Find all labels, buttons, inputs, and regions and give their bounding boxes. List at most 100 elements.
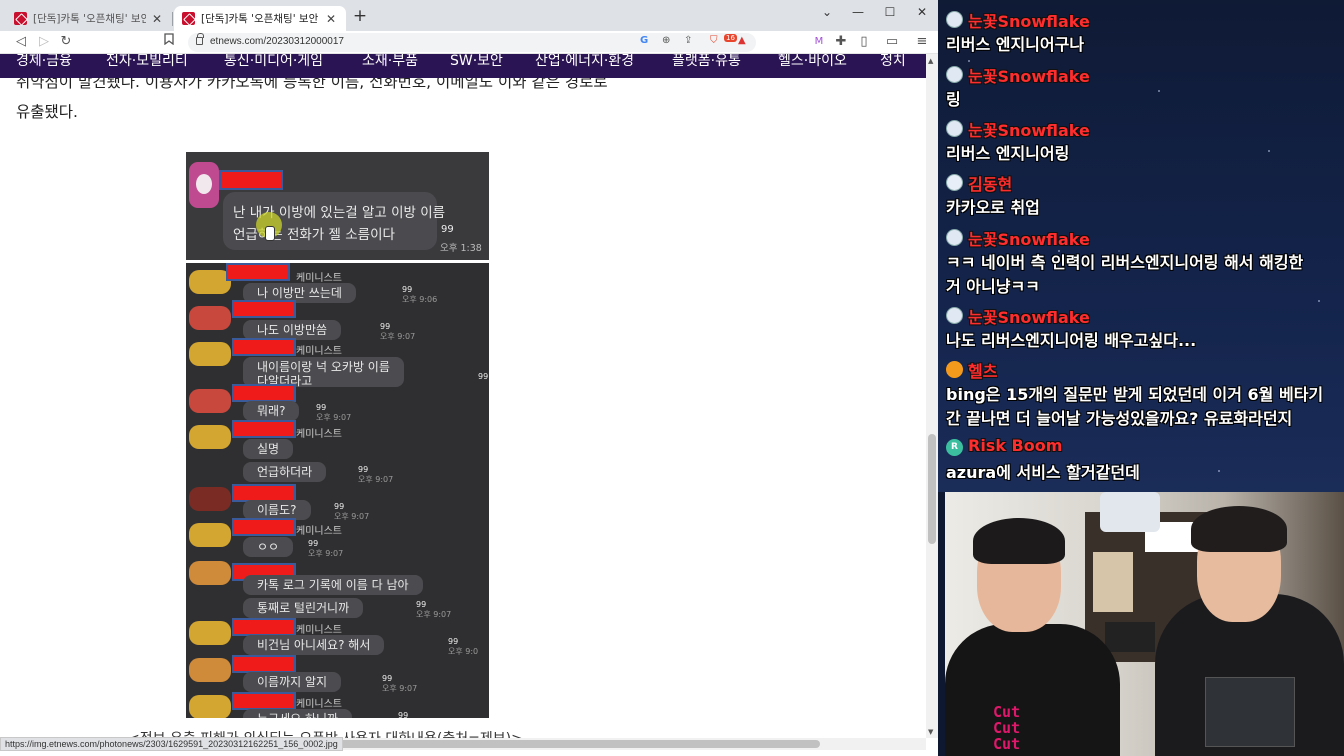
menu-icon[interactable]: ≡ (913, 33, 931, 51)
back-button[interactable]: ◁ (12, 33, 30, 51)
read-count: 99 (441, 224, 454, 235)
chat-username: 눈꽃Snowflake (968, 230, 1090, 249)
chat-text: bing은 15개의 질문만 받게 되었던데 이거 6월 베타기 (946, 385, 1324, 404)
puzzle-icon[interactable]: ✚ (832, 33, 850, 51)
maximize-button[interactable]: ☐ (875, 4, 905, 22)
star-icon (946, 361, 963, 378)
tab-article-1[interactable]: [단독]카톡 '오픈채팅' 보안 구멍 뚫린 ✕ (6, 6, 172, 31)
message-time: 오후 9:07 (334, 512, 370, 521)
etnews-favicon-icon (182, 12, 195, 25)
site-navigation: 경제·금융 전자·모빌리티 통신·미디어·게임 소재·부품 SW·보안 산업·에… (0, 54, 926, 78)
avatar (189, 523, 231, 547)
sender-name: 케미니스트 (296, 625, 342, 636)
read-count: 99 (334, 502, 345, 511)
chat-screenshot-image[interactable]: 난 내가 이방에 있는걸 알고 이방 이름 언급하는 전화가 젤 소름이다 99… (186, 152, 489, 718)
bookmark-icon[interactable] (160, 33, 178, 51)
read-count: 99 (416, 600, 427, 609)
zoom-icon[interactable]: ⊕ (662, 35, 670, 46)
redaction-box (232, 300, 296, 318)
read-count: 99 (402, 285, 413, 294)
tab-title: [단독]카톡 '오픈채팅' 보안 구멍 뚫린 (33, 13, 146, 25)
chat-text: 링 (946, 90, 961, 109)
message-bubble: 이름까지 알지 (243, 672, 342, 692)
tab-article-2[interactable]: [단독]카톡 '오픈채팅' 보안 구멍 뚫 ✕ (174, 6, 346, 31)
chat-username: 김동현 (968, 175, 1013, 194)
redaction-box (232, 384, 296, 402)
chat-text: 나도 리버스엔지니어링 배우고싶다... (946, 331, 1197, 350)
sender-name: 케미니스트 (296, 346, 342, 357)
close-icon[interactable]: ✕ (150, 12, 164, 26)
message-bubble: 나도 이방만씀 (243, 320, 342, 340)
new-tab-button[interactable]: + (350, 7, 370, 27)
baseball-icon (946, 174, 963, 191)
avatar (189, 487, 231, 511)
chat-header-message: 난 내가 이방에 있는걸 알고 이방 이름 언급하는 전화가 젤 소름이다 99… (186, 152, 489, 263)
message-bubble: 누구세요 하니까 (243, 709, 353, 718)
close-window-button[interactable]: ✕ (907, 4, 937, 22)
forward-button[interactable]: ▷ (35, 33, 53, 51)
nav-item[interactable]: 통신·미디어·게임 (224, 54, 323, 70)
extension-m-icon[interactable]: M (810, 33, 828, 51)
sender-name: 케미니스트 (296, 699, 342, 710)
message-time: 오후 9:07 (416, 610, 452, 619)
chat-username: 눈꽃Snowflake (968, 308, 1090, 327)
browser-toolbar: ◁ ▷ ↻ etnews.com/20230312000017 G ⊕ ⇪ ⛉ … (0, 31, 938, 54)
avatar (189, 342, 231, 366)
share-icon[interactable]: ⇪ (684, 35, 692, 46)
scroll-thumb[interactable] (928, 434, 936, 544)
avatar (189, 389, 231, 413)
tab-strip: [단독]카톡 '오픈채팅' 보안 구멍 뚫린 ✕ [단독]카톡 '오픈채팅' 보… (0, 0, 938, 31)
shirt-print: Cut Cut Cut (993, 703, 1021, 753)
brave-shield-icon[interactable]: ⛉ (710, 35, 718, 46)
avatar (189, 425, 231, 449)
scroll-thumb[interactable] (330, 740, 820, 748)
reload-button[interactable]: ↻ (57, 33, 75, 51)
read-count: 99 (308, 539, 319, 548)
google-icon[interactable]: G (640, 35, 648, 46)
status-url: https://img.etnews.com/photonews/2303/16… (0, 737, 343, 751)
chat-username: Risk Boom (968, 436, 1063, 455)
article-body: 취약점이 발견됐다. 이용자가 카카오톡에 등록한 이름, 전화번호, 이메일도… (0, 78, 926, 738)
snowflake-icon (946, 120, 963, 137)
vertical-scrollbar[interactable]: ▲ ▼ (926, 54, 938, 738)
minimize-button[interactable]: — (843, 4, 873, 22)
nav-item[interactable]: 헬스·바이오 (778, 54, 847, 70)
sender-name: 케미니스트 (296, 429, 342, 440)
message-time: 오후 9:07 (308, 549, 344, 558)
tab-search-chevron-icon[interactable]: ⌄ (812, 4, 842, 22)
nav-item[interactable]: 플랫폼·유통 (672, 54, 741, 70)
message-bubble: 실명 (243, 439, 294, 459)
message-bubble: 뭐래? (243, 401, 300, 421)
nav-item[interactable]: 정치 (880, 54, 906, 70)
nav-item[interactable]: 전자·모빌리티 (106, 54, 188, 70)
snowflake-icon (946, 307, 963, 324)
sidebar-icon[interactable]: ▯ (855, 33, 873, 51)
redaction-box (226, 263, 290, 281)
scroll-up-icon[interactable]: ▲ (928, 57, 933, 65)
redaction-box (219, 170, 283, 190)
message-time: 오후 9:0 (448, 647, 479, 656)
nav-item[interactable]: 경제·금융 (16, 54, 72, 70)
wallet-icon[interactable]: ▭ (883, 33, 901, 51)
etnews-favicon-icon (14, 12, 27, 25)
hoodie-print (1205, 677, 1295, 747)
redaction-box (232, 518, 296, 536)
snowflake-icon (946, 66, 963, 83)
streamer-left: Cut Cut Cut (945, 514, 1120, 756)
close-icon[interactable]: ✕ (324, 12, 338, 26)
redaction-box (232, 655, 296, 673)
address-bar[interactable]: etnews.com/20230312000017 G ⊕ ⇪ ⛉ 16 ▲ (188, 33, 756, 52)
message-time: 오후 1:38 (440, 243, 482, 254)
article-paragraph: 유출됐다. (16, 103, 78, 121)
nav-item[interactable]: SW·보안 (450, 54, 503, 70)
message-time: 오후 9:07 (316, 413, 352, 422)
read-count: 99 (358, 465, 369, 474)
nav-item[interactable]: 산업·에너지·환경 (535, 54, 634, 70)
nav-item[interactable]: 소재·부품 (362, 54, 418, 70)
message-bubble: 이름도? (243, 500, 311, 520)
url-text: etnews.com/20230312000017 (210, 36, 344, 47)
webcam-feed: Cut Cut Cut (945, 492, 1344, 756)
warning-icon[interactable]: ▲ (738, 35, 746, 46)
scroll-down-icon[interactable]: ▼ (928, 728, 933, 736)
read-count: 99 (382, 674, 393, 683)
